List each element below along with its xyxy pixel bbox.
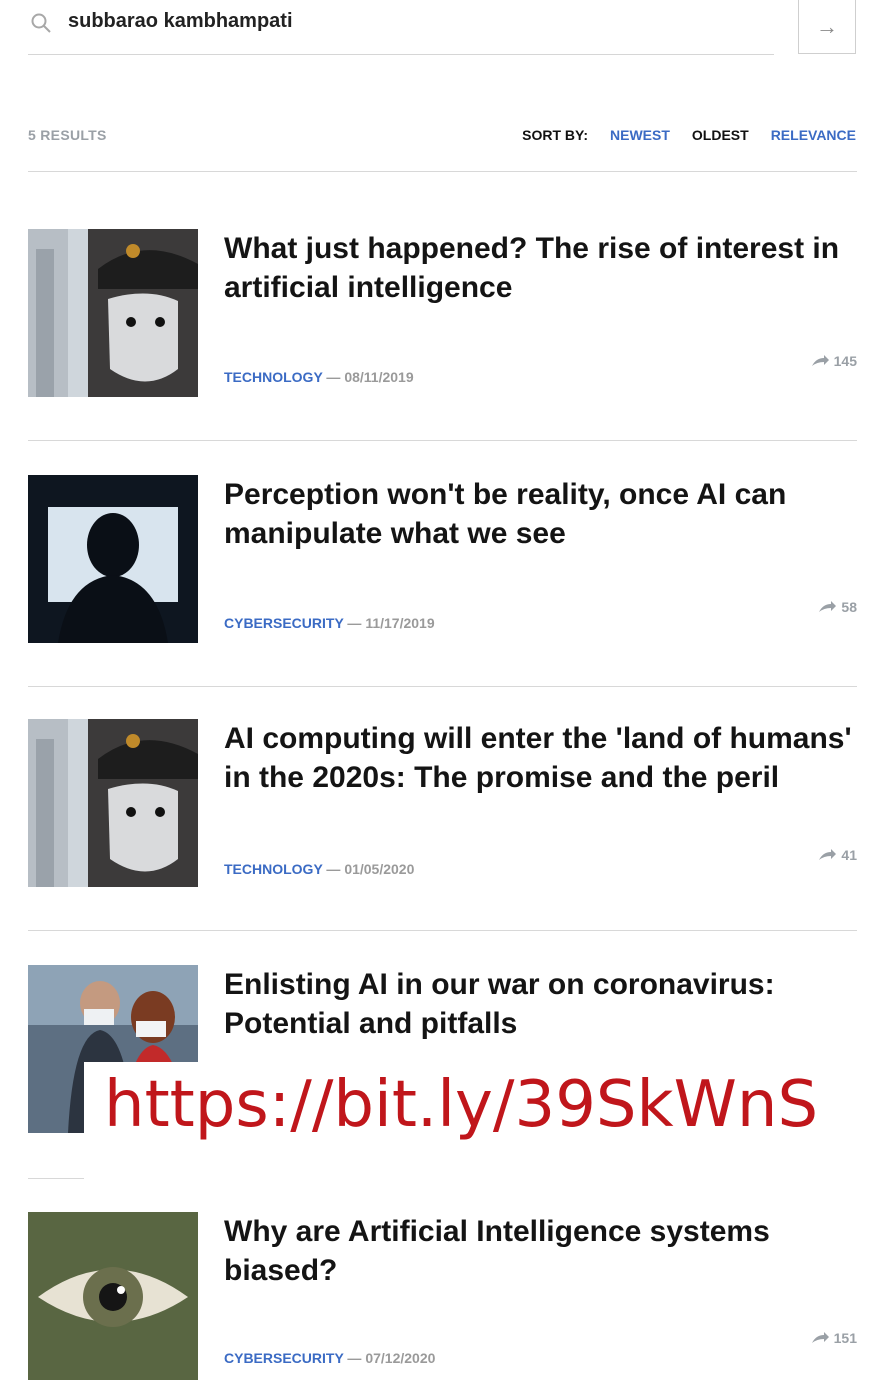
url-overlay: https://bit.ly/39SkWnS [84,1062,874,1164]
article-date: 07/12/2020 [365,1350,436,1366]
article-thumbnail[interactable] [28,475,198,643]
list-item: AI computing will enter the 'land of hum… [28,719,857,889]
article-title[interactable]: AI computing will enter the 'land of hum… [224,719,864,797]
share-icon [811,1332,829,1343]
meta-separator: — [343,615,366,631]
article-meta: CYBERSECURITY — 11/17/2019 [224,615,435,631]
category-link[interactable]: CYBERSECURITY [224,615,344,631]
overlay-url-text: https://bit.ly/39SkWnS [104,1068,819,1142]
share-count-value: 41 [841,847,857,863]
search-input[interactable]: subbarao kambhampati [68,10,293,33]
article-meta: TECHNOLOGY — 08/11/2019 [224,369,414,385]
arrow-right-icon: → [816,13,838,39]
share-count[interactable]: 58 [817,599,857,615]
sort-bar: SORT BY: NEWEST OLDEST RELEVANCE [522,127,856,143]
share-count-value: 145 [833,353,857,369]
article-meta: CYBERSECURITY — 07/12/2020 [224,1350,435,1366]
category-link[interactable]: TECHNOLOGY [224,861,323,877]
article-date: 01/05/2020 [344,861,415,877]
sort-newest[interactable]: NEWEST [610,127,670,143]
article-meta: TECHNOLOGY — 01/05/2020 [224,861,414,877]
share-icon [819,849,837,860]
sort-relevance[interactable]: RELEVANCE [771,127,856,143]
divider [28,930,857,931]
article-date: 08/11/2019 [344,369,414,385]
results-count: 5 RESULTS [28,127,107,143]
share-icon [819,601,837,612]
article-title[interactable]: Perception won't be reality, once AI can… [224,475,864,553]
search-bar: subbarao kambhampati [28,0,774,55]
list-item: Why are Artificial Intelligence systems … [28,1212,857,1382]
article-thumbnail[interactable] [28,719,198,887]
meta-separator: — [322,369,345,385]
divider [28,440,857,441]
article-title[interactable]: Why are Artificial Intelligence systems … [224,1212,864,1290]
category-link[interactable]: CYBERSECURITY [224,1350,344,1366]
article-thumbnail[interactable] [28,1212,198,1380]
sort-oldest[interactable]: OLDEST [692,127,749,143]
sort-label: SORT BY: [522,127,589,143]
list-item: Perception won't be reality, once AI can… [28,475,857,645]
article-title[interactable]: Enlisting AI in our war on coronavirus: … [224,965,864,1043]
category-link[interactable]: TECHNOLOGY [224,369,323,385]
divider [28,171,857,172]
meta-separator: — [343,1350,366,1366]
share-count[interactable]: 145 [810,353,857,369]
share-count[interactable]: 151 [810,1330,857,1346]
article-date: 11/17/2019 [365,615,435,631]
share-icon [811,355,829,366]
share-count-value: 151 [833,1330,857,1346]
meta-separator: — [322,861,345,877]
share-count[interactable]: 41 [817,847,857,863]
divider [28,686,857,687]
search-submit-button[interactable]: → [798,0,856,54]
search-icon [31,13,51,33]
divider [28,1178,84,1179]
list-item: What just happened? The rise of interest… [28,229,857,399]
article-thumbnail[interactable] [28,229,198,397]
article-title[interactable]: What just happened? The rise of interest… [224,229,864,307]
share-count-value: 58 [841,599,857,615]
